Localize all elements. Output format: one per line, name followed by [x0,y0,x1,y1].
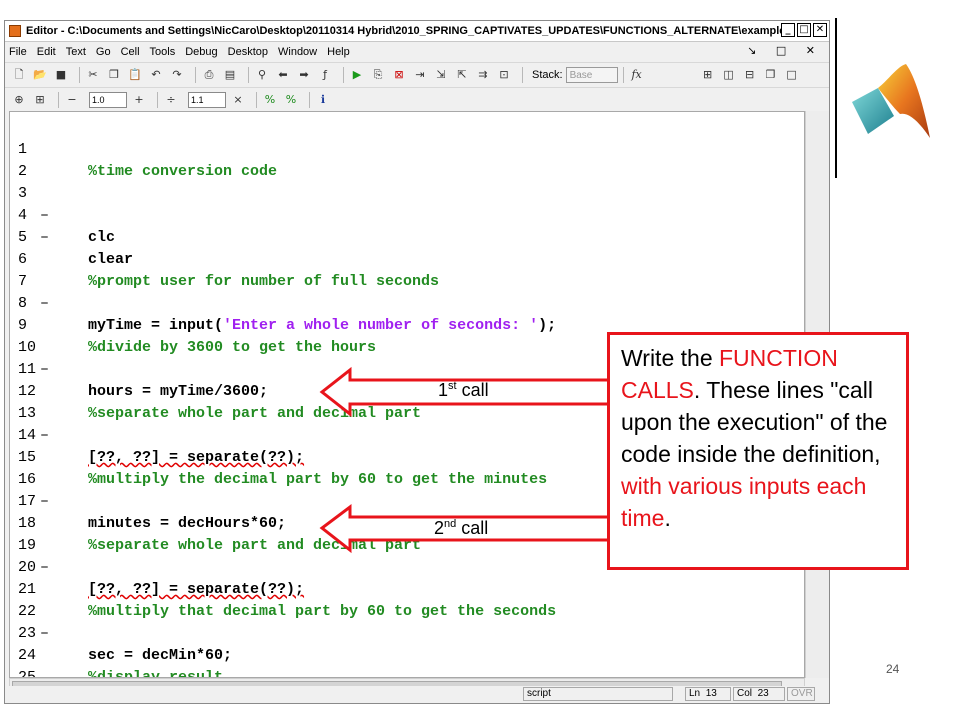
matlab-logo-icon [852,64,930,138]
first-call-label: 1st call [438,380,489,401]
callout-text: Write the [621,345,719,371]
first-call-number: 1 [438,380,449,400]
callout-text: . [664,505,671,531]
first-call-word: call [456,380,489,400]
second-call-number: 2 [434,518,445,538]
slide-divider [835,18,837,178]
second-call-suffix: nd [444,518,457,530]
second-call-label: 2nd call [434,518,488,539]
callout-highlight: with various inputs each time [621,473,867,531]
explanation-callout: Write the FUNCTION CALLS. These lines "c… [607,332,909,570]
second-call-word: call [456,518,489,538]
first-call-suffix: st [448,380,457,392]
page-number: 24 [886,662,900,676]
